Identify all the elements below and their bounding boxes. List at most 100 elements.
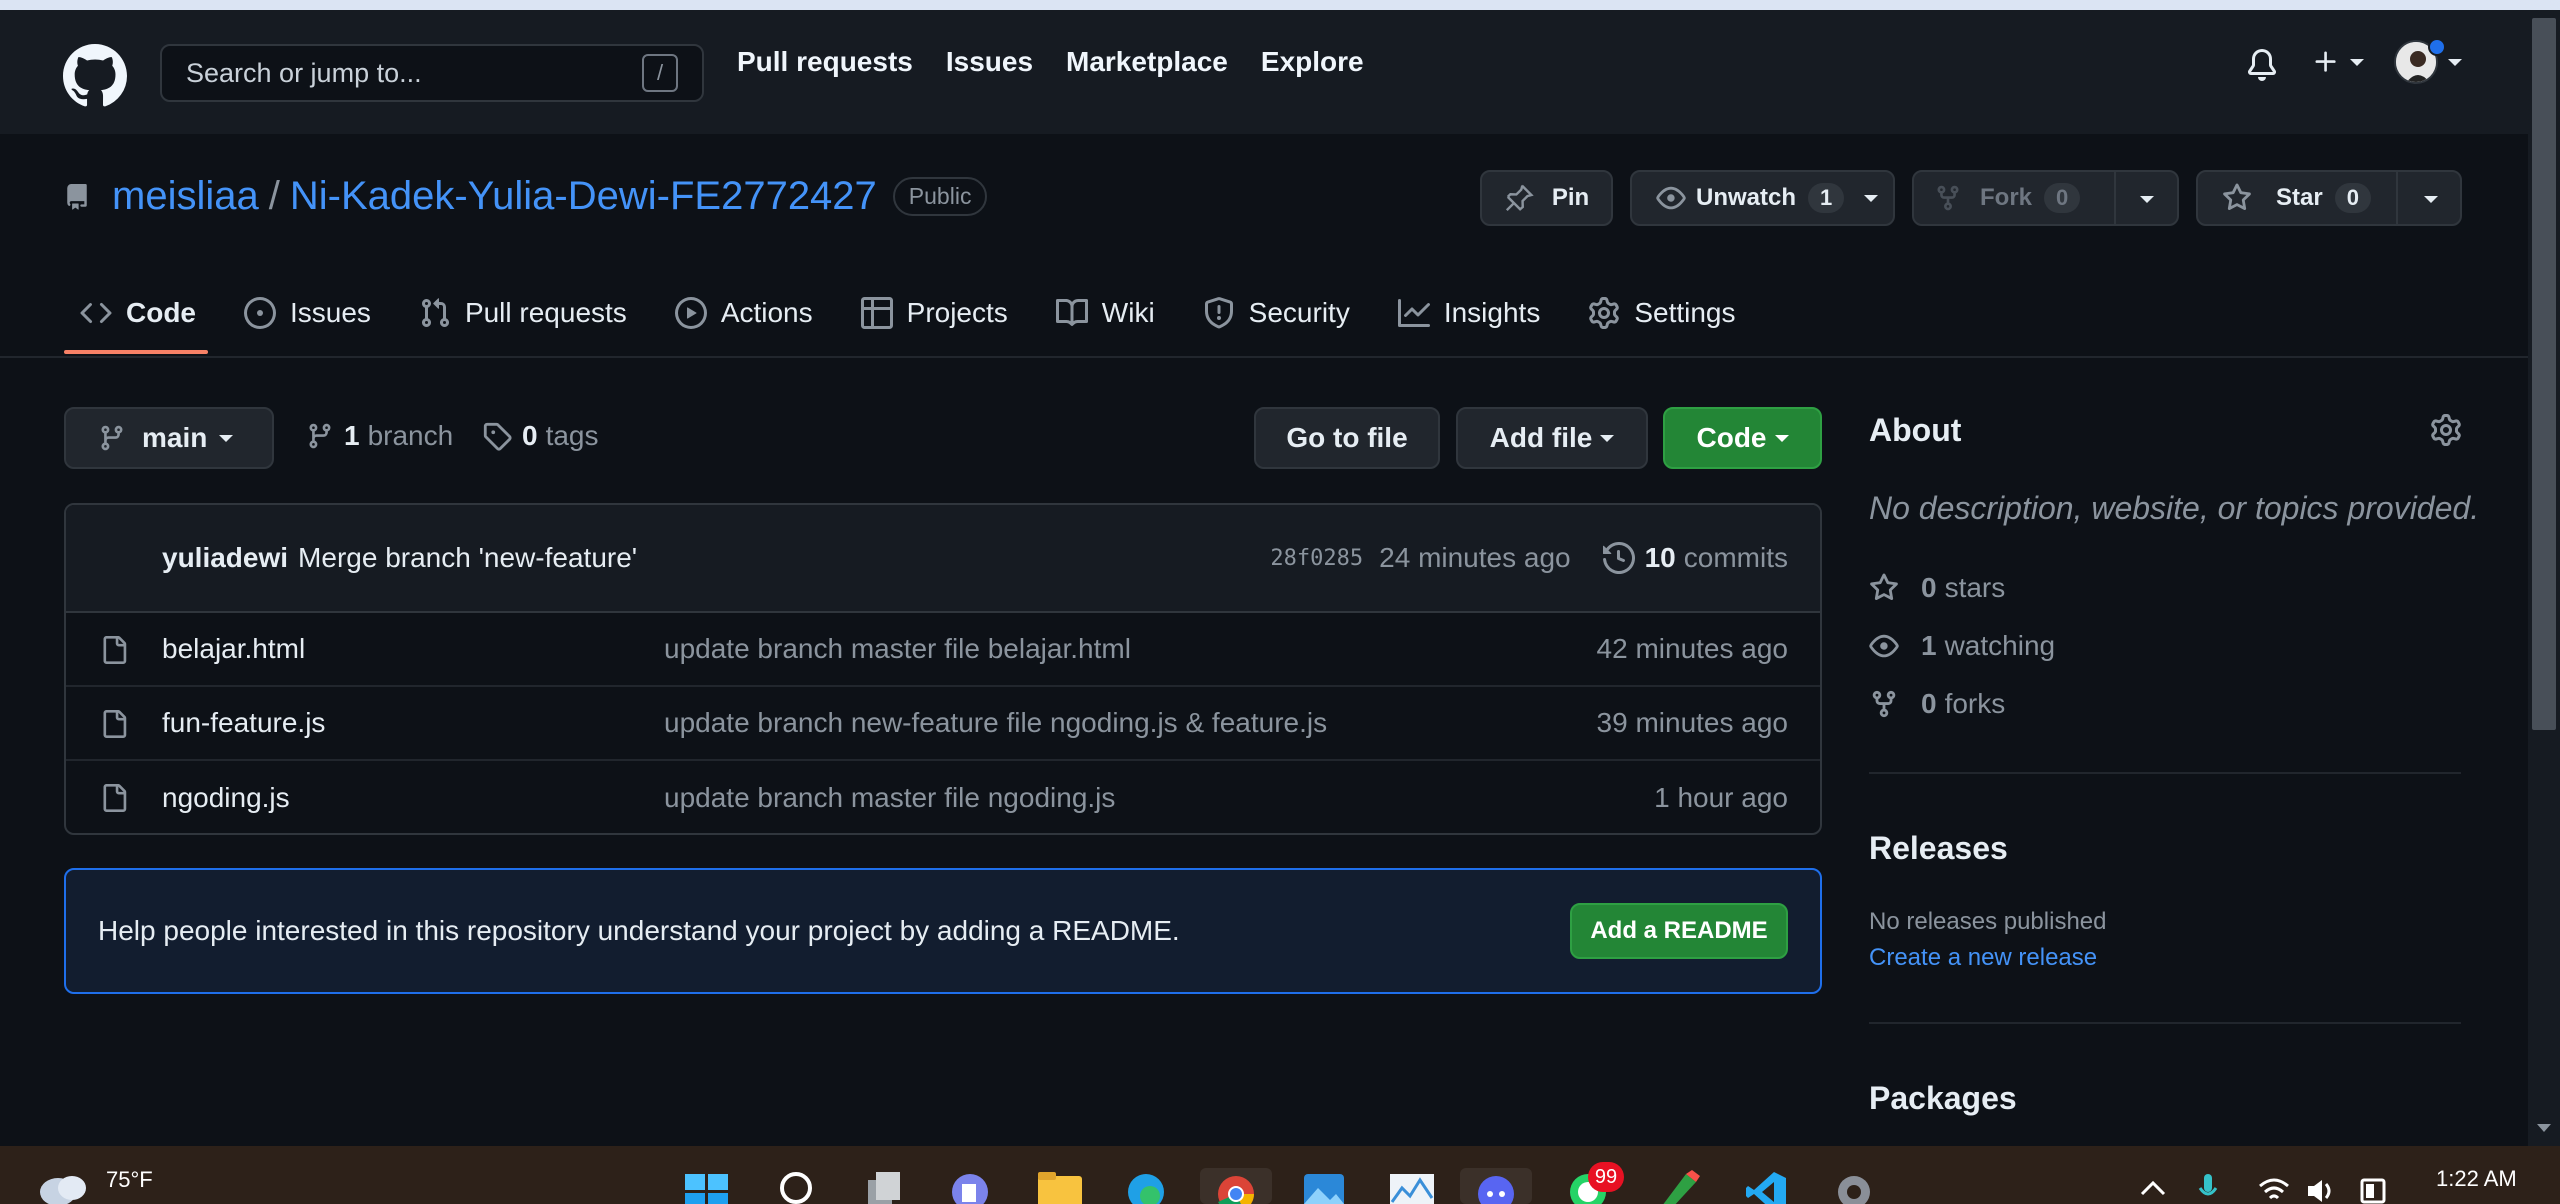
issue-opened-icon — [244, 297, 276, 329]
about-description: No description, website, or topics provi… — [1869, 490, 2480, 526]
nav-issues[interactable]: Issues — [946, 46, 1033, 78]
battery-icon[interactable] — [2354, 1176, 2390, 1204]
commit-author-link[interactable]: yuliadewi — [162, 542, 288, 574]
caret-down-icon — [1774, 435, 1789, 442]
taskbar-clock[interactable]: 1:22 AM — [2436, 1166, 2517, 1192]
notifications-bell-icon[interactable] — [2246, 48, 2278, 82]
watchers-link[interactable]: 1 watching — [1869, 630, 2055, 662]
file-explorer-icon[interactable] — [1036, 1168, 1082, 1204]
fork-divider — [2114, 172, 2116, 224]
repo-owner-link[interactable]: meisliaa — [112, 174, 259, 219]
settings-icon[interactable] — [1832, 1168, 1872, 1204]
global-search-input[interactable]: Search or jump to... / — [160, 44, 704, 102]
file-commit-link[interactable]: update branch master file ngoding.js — [664, 782, 1115, 814]
repo-tabs: Code Issues Pull requests Actions Projec… — [64, 290, 1768, 336]
forks-link[interactable]: 0 forks — [1869, 688, 2005, 720]
create-new-dropdown[interactable] — [2312, 48, 2364, 76]
search-icon[interactable] — [776, 1168, 816, 1204]
nav-marketplace[interactable]: Marketplace — [1066, 46, 1228, 78]
packages-heading[interactable]: Packages — [1869, 1080, 2017, 1117]
global-nav: Pull requests Issues Marketplace Explore — [737, 46, 1364, 78]
file-time: 1 hour ago — [1654, 782, 1788, 813]
active-tab-indicator — [64, 350, 208, 354]
search-shortcut-key: / — [642, 54, 678, 92]
fork-button[interactable]: Fork 0 — [1912, 170, 2179, 226]
create-release-link[interactable]: Create a new release — [1869, 944, 2097, 972]
teams-icon[interactable] — [948, 1168, 988, 1204]
star-button[interactable]: Star 0 — [2196, 170, 2462, 226]
commit-time: 24 minutes ago — [1379, 542, 1571, 573]
vscode-icon[interactable] — [1744, 1168, 1786, 1204]
edit-about-gear-icon[interactable] — [2430, 414, 2462, 446]
star-icon — [2223, 183, 2251, 211]
tab-security[interactable]: Security — [1187, 290, 1366, 336]
nav-pull-requests[interactable]: Pull requests — [737, 46, 913, 78]
wifi-icon[interactable] — [2258, 1176, 2290, 1204]
tab-insights[interactable]: Insights — [1382, 290, 1557, 336]
tab-code[interactable]: Code — [64, 290, 212, 336]
photos-icon[interactable] — [1302, 1168, 1344, 1204]
chevron-up-icon[interactable] — [2140, 1180, 2166, 1196]
file-time: 39 minutes ago — [1596, 707, 1788, 738]
file-commit-link[interactable]: update branch master file belajar.html — [664, 633, 1131, 665]
weather-widget[interactable]: 75°F — [36, 1166, 153, 1204]
branch-select-button[interactable]: main — [64, 407, 274, 469]
add-file-button[interactable]: Add file — [1456, 407, 1648, 469]
tab-settings[interactable]: Settings — [1572, 290, 1751, 336]
play-icon — [674, 297, 707, 329]
go-to-file-button[interactable]: Go to file — [1254, 407, 1440, 469]
caret-down-icon — [2350, 59, 2364, 66]
tab-pull-requests[interactable]: Pull requests — [403, 290, 643, 336]
add-readme-button[interactable]: Add a README — [1570, 903, 1788, 959]
pin-label: Pin — [1551, 184, 1590, 211]
commit-message-link[interactable]: Merge branch 'new-feature' — [298, 542, 1270, 574]
watching-word: watching — [1944, 630, 2056, 661]
stars-link[interactable]: 0 stars — [1869, 572, 2005, 604]
scrollbar-thumb[interactable] — [2532, 18, 2556, 730]
commits-history-link[interactable]: 10 commits — [1602, 542, 1788, 574]
task-manager-icon[interactable] — [1388, 1168, 1434, 1204]
edge-icon[interactable] — [1124, 1168, 1164, 1204]
releases-heading[interactable]: Releases — [1869, 830, 2008, 867]
code-button-label: Code — [1696, 422, 1767, 453]
history-icon — [1602, 542, 1635, 574]
task-view-icon[interactable] — [862, 1168, 902, 1204]
temperature: 75°F — [106, 1167, 153, 1192]
code-download-button[interactable]: Code — [1663, 407, 1822, 469]
tab-wiki[interactable]: Wiki — [1040, 290, 1171, 336]
pin-button[interactable]: Pin — [1480, 170, 1613, 226]
repo-name-link[interactable]: Ni-Kadek-Yulia-Dewi-FE2772427 — [290, 174, 877, 219]
microphone-icon[interactable] — [2198, 1172, 2218, 1204]
file-name-link[interactable]: ngoding.js — [162, 782, 290, 814]
about-heading: About — [1869, 412, 1962, 448]
watch-count: 1 — [1808, 183, 1845, 213]
latest-commit-row: yuliadewi Merge branch 'new-feature' 28f… — [66, 505, 1820, 613]
commit-sha-link[interactable]: 28f0285 — [1270, 546, 1363, 571]
readme-banner-text: Help people interested in this repositor… — [98, 915, 1180, 946]
pen-icon[interactable] — [1656, 1168, 1700, 1204]
caret-down-icon — [2140, 196, 2154, 203]
chrome-icon[interactable] — [1200, 1168, 1272, 1204]
unwatch-button[interactable]: Unwatch 1 — [1630, 170, 1895, 226]
nav-explore[interactable]: Explore — [1261, 46, 1364, 78]
scroll-down-arrow-icon[interactable] — [2536, 1122, 2552, 1134]
tag-icon — [483, 422, 512, 451]
file-commit-link[interactable]: update branch new-feature file ngoding.j… — [664, 707, 1327, 739]
start-icon[interactable] — [683, 1168, 728, 1204]
forks-count: 0 — [1921, 688, 1937, 719]
no-releases-text: No releases published — [1869, 908, 2107, 935]
tab-issues[interactable]: Issues — [228, 290, 387, 336]
github-logo-icon[interactable] — [63, 44, 127, 108]
gear-icon — [1589, 297, 1620, 329]
branches-link[interactable]: 1 branch — [306, 420, 453, 452]
file-name-link[interactable]: fun-feature.js — [162, 707, 325, 739]
discord-icon[interactable] — [1460, 1168, 1532, 1204]
speaker-icon[interactable] — [2306, 1176, 2336, 1204]
table-icon — [860, 297, 893, 329]
file-row: fun-feature.js update branch new-feature… — [66, 687, 1820, 761]
tags-link[interactable]: 0 tags — [482, 420, 599, 452]
caret-down-icon — [2448, 59, 2462, 66]
tab-projects[interactable]: Projects — [845, 290, 1024, 336]
tab-actions[interactable]: Actions — [659, 290, 829, 336]
file-name-link[interactable]: belajar.html — [162, 633, 305, 665]
